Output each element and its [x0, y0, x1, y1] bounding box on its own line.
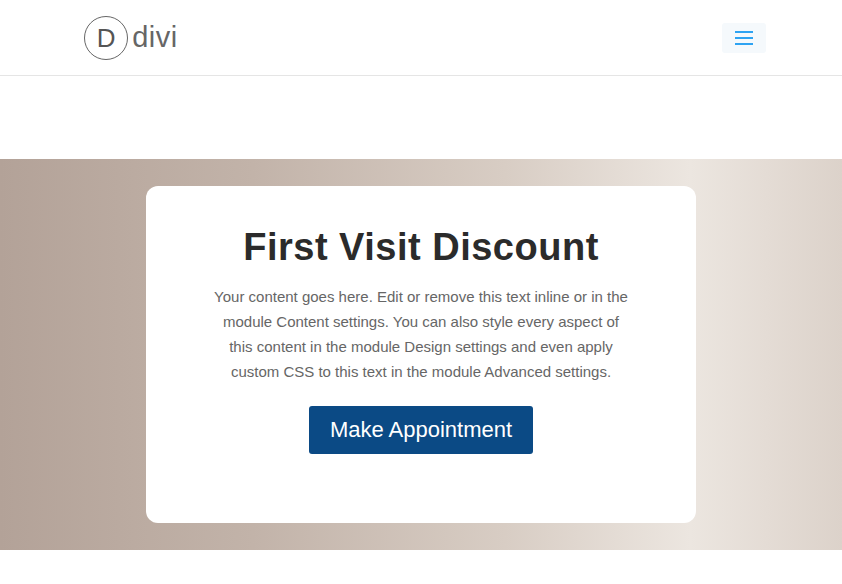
header-bar: Ddivi [84, 0, 758, 75]
menu-button[interactable] [722, 23, 766, 53]
offer-card: First Visit Discount Your content goes he… [146, 186, 696, 523]
hero-photo: First Visit Discount Your content goes he… [0, 159, 842, 550]
offer-text: Your content goes here. Edit or remove t… [211, 284, 631, 384]
site-logo[interactable]: Ddivi [84, 16, 178, 60]
offer-title: First Visit Discount [243, 226, 599, 270]
spacer [0, 76, 842, 159]
logo-text: divi [132, 23, 178, 52]
appointment-button[interactable]: Make Appointment [309, 406, 533, 455]
logo-mark: D [84, 16, 128, 60]
site-header: Ddivi [0, 0, 842, 76]
hamburger-icon [734, 30, 754, 46]
